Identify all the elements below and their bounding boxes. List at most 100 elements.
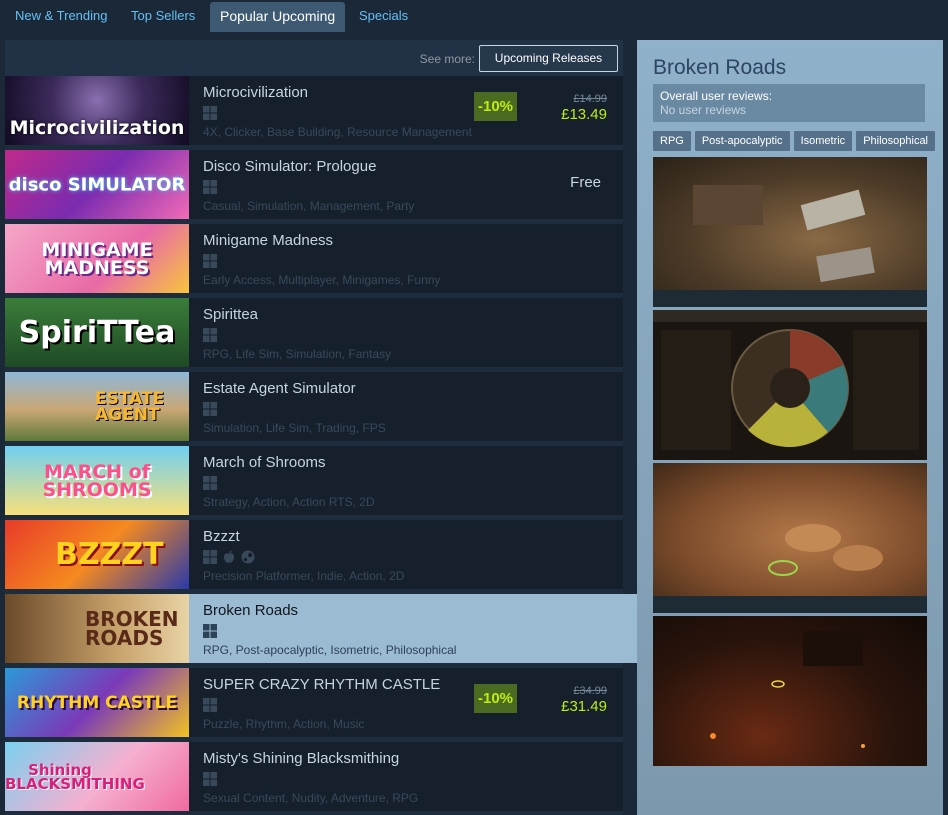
see-more-label: See more:	[419, 52, 475, 66]
price-free: Free	[570, 174, 601, 191]
windows-icon	[203, 624, 217, 643]
list-item[interactable]: disco SIMULATOR Disco Simulator: Prologu…	[5, 150, 623, 219]
screenshot-image[interactable]	[653, 463, 927, 613]
game-tags: Sexual Content, Nudity, Adventure, RPG	[203, 791, 419, 805]
windows-icon	[203, 698, 217, 717]
capsule-title: Microcivilization	[9, 116, 185, 139]
screenshot-image[interactable]	[653, 157, 927, 307]
platform-list	[203, 772, 222, 786]
windows-icon	[203, 106, 217, 125]
game-tags: Early Access, Multiplayer, Minigames, Fu…	[203, 273, 441, 287]
capsule-title: MARCH of SHROOMS	[42, 460, 152, 501]
preview-tags: RPG Post-apocalyptic Isometric Philosophica…	[653, 131, 939, 151]
list-item[interactable]: MARCH of SHROOMS March of Shrooms Strate…	[5, 446, 623, 515]
preview-tag[interactable]: Post-apocalyptic	[694, 131, 790, 151]
capsule-title: ESTATE AGENT	[95, 388, 165, 425]
capsule-image: SpiriTTea	[5, 298, 189, 367]
game-title: Broken Roads	[203, 602, 299, 619]
list-item[interactable]: MINIGAME MADNESS Minigame Madness Early …	[5, 224, 623, 293]
list-item[interactable]: ESTATE AGENT Estate Agent Simulator Simu…	[5, 372, 623, 441]
reviews-value: No user reviews	[660, 103, 747, 117]
original-price: £14.99	[573, 93, 607, 105]
tab-specials[interactable]: Specials	[349, 2, 418, 32]
capsule-image: MARCH of SHROOMS	[5, 446, 189, 515]
discount-badge: -10%	[474, 684, 517, 713]
windows-icon	[203, 402, 217, 421]
list-item[interactable]: Microcivilization Microcivilization 4X, …	[5, 76, 623, 145]
platform-list	[203, 402, 222, 416]
list-item[interactable]: RHYTHM CASTLE SUPER CRAZY RHYTHM CASTLE …	[5, 668, 623, 737]
capsule-title: RHYTHM CASTLE	[16, 692, 178, 713]
windows-icon	[203, 476, 217, 495]
capsule-title: MINIGAME MADNESS	[41, 238, 153, 279]
original-price: £34.99	[573, 685, 607, 697]
capsule-title: Shining BLACKSMITHING	[5, 760, 145, 793]
capsule-title: BZZZT	[55, 536, 164, 572]
capsule-image: Shining BLACKSMITHING	[5, 742, 189, 811]
reviews-label: Overall user reviews:	[660, 89, 773, 103]
see-more-bar: See more: Upcoming Releases	[5, 40, 623, 76]
platform-list	[203, 476, 222, 490]
windows-icon	[203, 254, 217, 273]
game-tags: RPG, Post-apocalyptic, Isometric, Philos…	[203, 643, 457, 657]
list-item[interactable]: BZZZT Bzzzt Precision Platformer, Indie,…	[5, 520, 623, 589]
platform-list	[203, 698, 222, 712]
list-item[interactable]: SpiriTTea Spirittea RPG, Life Sim, Simul…	[5, 298, 623, 367]
list-item[interactable]: Shining BLACKSMITHING Misty's Shining Bl…	[5, 742, 623, 811]
capsule-image: RHYTHM CASTLE	[5, 668, 189, 737]
preview-tag[interactable]: Philosophical	[856, 131, 936, 151]
review-summary: Overall user reviews: No user reviews	[653, 84, 925, 122]
tab-new-trending[interactable]: New & Trending	[5, 2, 118, 32]
screenshot-image[interactable]	[653, 616, 927, 766]
capsule-image: BZZZT	[5, 520, 189, 589]
capsule-image: disco SIMULATOR	[5, 150, 189, 219]
game-title: Microcivilization	[203, 84, 309, 101]
windows-icon	[203, 550, 217, 569]
preview-tag[interactable]: RPG	[653, 131, 691, 151]
windows-icon	[203, 180, 217, 199]
list-item-selected[interactable]: BROKEN ROADS Broken Roads RPG, Post-apoc…	[5, 594, 637, 663]
windows-icon	[203, 772, 217, 791]
game-tags: RPG, Life Sim, Simulation, Fantasy	[203, 347, 392, 361]
tab-popular-upcoming[interactable]: Popular Upcoming	[210, 2, 346, 32]
final-price: £31.49	[561, 698, 607, 715]
screenshot-scene	[653, 185, 927, 307]
game-title: Estate Agent Simulator	[203, 380, 356, 397]
preview-title: Broken Roads	[653, 56, 787, 79]
tab-bar: New & Trending Top Sellers Popular Upcom…	[0, 0, 948, 32]
game-title: Disco Simulator: Prologue	[203, 158, 377, 175]
game-tags: Precision Platformer, Indie, Action, 2D	[203, 569, 405, 583]
platform-list	[203, 254, 222, 268]
screenshot-scene	[653, 524, 927, 613]
game-tags: Strategy, Action, Action RTS, 2D	[203, 495, 375, 509]
game-title: March of Shrooms	[203, 454, 326, 471]
capsule-title: BROKEN ROADS	[85, 606, 179, 650]
windows-icon	[203, 328, 217, 347]
screenshot-image[interactable]	[653, 310, 927, 460]
platform-list	[203, 550, 260, 564]
game-tags: 4X, Clicker, Base Building, Resource Man…	[203, 125, 472, 139]
screenshot-scene	[710, 631, 865, 748]
game-tags: Casual, Simulation, Management, Party	[203, 199, 415, 213]
tab-top-sellers[interactable]: Top Sellers	[121, 2, 205, 32]
capsule-image: Microcivilization	[5, 76, 189, 145]
apple-icon	[222, 550, 236, 569]
game-preview-panel: Broken Roads Overall user reviews: No us…	[637, 40, 943, 815]
upcoming-releases-button[interactable]: Upcoming Releases	[479, 45, 618, 72]
platform-list	[203, 624, 222, 638]
platform-list	[203, 106, 222, 120]
game-title: Bzzzt	[203, 528, 240, 545]
game-title: Minigame Madness	[203, 232, 334, 249]
final-price: £13.49	[561, 106, 607, 123]
platform-list	[203, 328, 222, 342]
capsule-title: disco SIMULATOR	[8, 173, 186, 195]
preview-tag[interactable]: Isometric	[793, 131, 853, 151]
game-tags: Puzzle, Rhythm, Action, Music	[203, 717, 365, 731]
game-title: Spirittea	[203, 306, 259, 323]
game-title: Misty's Shining Blacksmithing	[203, 750, 400, 767]
platform-list	[203, 180, 222, 194]
discount-badge: -10%	[474, 92, 517, 121]
game-title: SUPER CRAZY RHYTHM CASTLE	[203, 676, 441, 693]
steam-icon	[241, 550, 255, 569]
capsule-image: BROKEN ROADS	[5, 594, 189, 663]
